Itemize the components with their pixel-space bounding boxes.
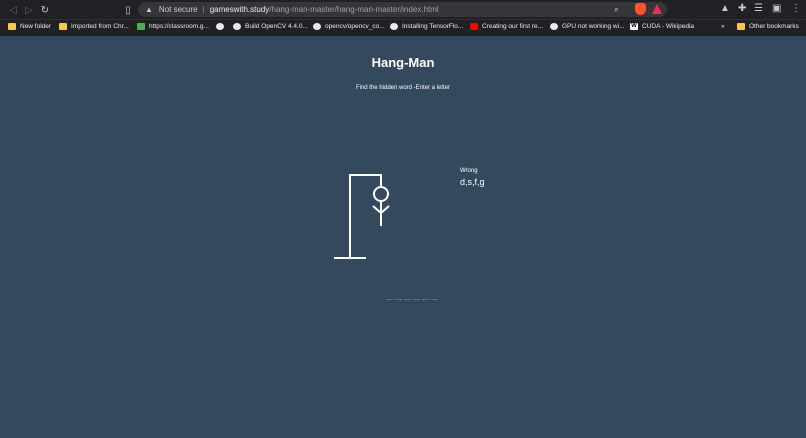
security-status: Not secure (158, 5, 198, 14)
bookmark-globe[interactable] (216, 23, 228, 30)
extension-mountain-icon[interactable]: ▲ (720, 3, 730, 14)
bookmark-label: Imported from Chr... (71, 23, 129, 30)
letter-blank (413, 299, 420, 300)
hangman-head (373, 186, 389, 202)
address-bar[interactable]: ▲ Not secure | gameswith.study/hang-man-… (138, 2, 667, 17)
menu-icon[interactable]: ⋮ (791, 3, 801, 14)
brave-rewards-icon[interactable] (652, 4, 662, 14)
bookmark-youtube[interactable]: Creating our first re... (470, 23, 543, 30)
bookmarks-bar: New folder Imported from Chr... https://… (0, 19, 806, 36)
bookmark-opencv-github[interactable]: opencv/opencv_co... (313, 23, 385, 30)
github-icon (313, 23, 321, 30)
bookmark-label: opencv/opencv_co... (325, 23, 385, 30)
extensions-puzzle-icon[interactable]: ✚ (738, 3, 746, 14)
page-content: Hang-Man Find the hidden word -Enter a l… (0, 37, 806, 438)
bookmark-label: Creating our first re... (482, 23, 544, 30)
site-icon (390, 23, 398, 30)
bookmark-label: GPU not working wi... (562, 23, 625, 30)
hangman-right-arm (380, 205, 390, 214)
bookmark-label: Other bookmarks (749, 23, 799, 30)
letter-blank (431, 299, 438, 300)
youtube-icon (470, 23, 478, 30)
zoom-icon[interactable]: ⌕ (614, 4, 619, 15)
hangman-figure (334, 174, 390, 259)
globe-icon (216, 23, 224, 30)
letter-blank (395, 299, 402, 300)
bookmark-label: CUDA - Wikipedia (642, 23, 695, 30)
instructions-text: Find the hidden word -Enter a letter (355, 85, 451, 91)
address-separator: | (202, 5, 205, 14)
brave-shields-icon[interactable] (635, 3, 646, 15)
bookmark-page-icon[interactable]: ▯ (121, 3, 135, 17)
reading-list-icon[interactable]: ☰ (754, 3, 763, 14)
site-icon (233, 23, 241, 30)
classroom-icon (137, 23, 145, 30)
bookmark-imported[interactable]: Imported from Chr... (59, 23, 129, 30)
bookmark-opencv-build[interactable]: Build OpenCV 4.4.0... (233, 23, 308, 30)
forward-icon[interactable]: ▷ (22, 3, 36, 17)
letter-blank (422, 299, 429, 300)
url-host: gameswith.study (209, 5, 270, 14)
back-icon[interactable]: ◁ (6, 3, 20, 17)
hidden-word (386, 299, 438, 300)
bookmark-label: New folder (20, 23, 52, 30)
bookmark-label: https://classroom.g... (149, 23, 209, 30)
reload-icon[interactable]: ↻ (38, 3, 52, 17)
letter-blank (404, 299, 411, 300)
bookmark-cuda-wiki[interactable]: W CUDA - Wikipedia (630, 23, 694, 30)
bookmark-gpu[interactable]: GPU not working wi... (550, 23, 625, 30)
wikipedia-icon: W (630, 23, 638, 30)
overflow-chevron-icon: » (721, 23, 725, 30)
bookmarks-overflow-button[interactable]: » (721, 23, 725, 30)
wrong-letters: d,s,f,g (460, 177, 485, 187)
folder-icon (8, 23, 16, 30)
folder-icon (737, 23, 745, 30)
hangman-left-arm (372, 205, 382, 214)
bookmark-new-folder[interactable]: New folder (8, 23, 51, 30)
browser-toolbar: ◁ ▷ ↻ ▯ ▲ Not secure | gameswith.study/h… (0, 0, 806, 19)
bookmark-tensorflow[interactable]: Installing TensorFlo... (390, 23, 463, 30)
page-title: Hang-Man (371, 55, 435, 70)
bookmark-classroom[interactable]: https://classroom.g... (137, 23, 209, 30)
github-icon (550, 23, 558, 30)
bookmark-label: Installing TensorFlo... (402, 23, 464, 30)
bookmark-other[interactable]: Other bookmarks (737, 23, 799, 30)
sidebar-icon[interactable]: ▣ (772, 3, 781, 14)
bookmark-label: Build OpenCV 4.4.0... (245, 23, 308, 30)
wrong-label: Wrong (460, 168, 478, 174)
warning-icon: ▲ (145, 5, 153, 14)
letter-blank (386, 299, 393, 300)
folder-icon (59, 23, 67, 30)
url-path: /hang-man-master/hang-man-master/index.h… (269, 5, 439, 14)
